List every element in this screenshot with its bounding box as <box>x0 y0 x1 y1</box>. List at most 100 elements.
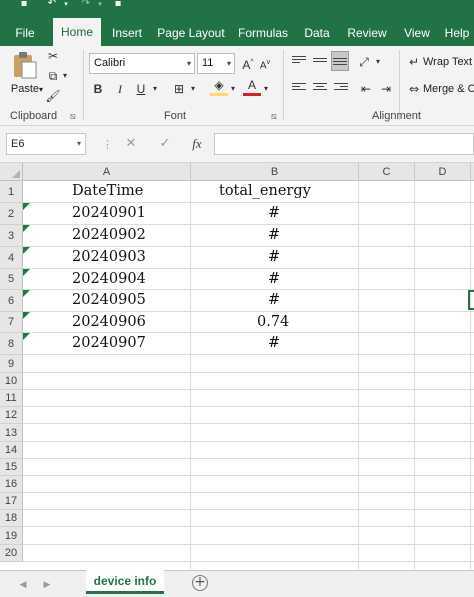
column-header-b[interactable]: B <box>191 163 359 181</box>
column-header-a[interactable]: A <box>23 163 191 181</box>
row-header-13[interactable]: 13 <box>0 424 23 442</box>
increase-font-size-button[interactable]: A^ <box>239 54 257 72</box>
row-header-9[interactable]: 9 <box>0 355 23 373</box>
row-header-14[interactable]: 14 <box>0 442 23 459</box>
borders-dropdown-icon[interactable]: ▾ <box>188 80 198 98</box>
tab-page-layout[interactable]: Page Layout <box>156 20 226 46</box>
align-left-icon[interactable] <box>292 83 306 95</box>
increase-indent-icon[interactable]: ⇥ <box>377 80 395 98</box>
borders-icon[interactable]: ⊞ <box>170 80 188 98</box>
cell-b4[interactable]: # <box>268 249 280 265</box>
decrease-indent-icon[interactable]: ⇤ <box>357 80 375 98</box>
font-launcher-icon[interactable]: ⧅ <box>271 111 277 121</box>
tab-home[interactable]: Home <box>53 18 101 48</box>
row-header-19[interactable]: 19 <box>0 527 23 545</box>
underline-dropdown-icon[interactable]: ▾ <box>150 80 160 98</box>
orientation-icon[interactable]: ⤢ <box>355 53 373 71</box>
wrap-text-icon[interactable]: ↵ <box>405 53 423 71</box>
redo-icon[interactable]: ↷ <box>80 0 92 10</box>
font-name-select[interactable]: Calibri ▾ <box>89 53 195 74</box>
tab-formulas[interactable]: Formulas <box>234 20 292 46</box>
cell-a6[interactable]: 20240905 <box>72 292 146 308</box>
orientation-dropdown-icon[interactable]: ▾ <box>373 53 383 71</box>
cell-a5[interactable]: 20240904 <box>72 271 146 287</box>
row-header-8[interactable]: 8 <box>0 333 23 355</box>
tab-file[interactable]: File <box>6 20 44 46</box>
row-header-15[interactable]: 15 <box>0 459 23 476</box>
copy-dropdown-icon[interactable]: ▾ <box>60 67 70 85</box>
format-painter-icon[interactable]: 🖌 <box>44 87 62 105</box>
row-gridline <box>23 526 474 527</box>
row-header-12[interactable]: 12 <box>0 407 23 424</box>
underline-button[interactable]: U <box>132 80 150 98</box>
cell-a7[interactable]: 20240906 <box>72 314 146 330</box>
add-sheet-button[interactable]: + <box>192 575 208 591</box>
cell-a8[interactable]: 20240907 <box>72 335 146 351</box>
enter-check-icon[interactable]: ✓ <box>154 134 176 154</box>
fill-color-icon[interactable]: ◈ <box>210 78 228 96</box>
cut-icon[interactable]: ✂ <box>44 47 62 65</box>
redo-dropdown-icon[interactable]: ▾ <box>94 0 106 10</box>
cell-b8[interactable]: # <box>268 335 280 351</box>
merge-center-button[interactable]: Merge & C <box>423 80 474 98</box>
cell-b5[interactable]: # <box>268 271 280 287</box>
merge-center-icon[interactable]: ⇔ <box>405 80 423 98</box>
tab-help[interactable]: Help <box>440 20 474 46</box>
row-header-17[interactable]: 17 <box>0 493 23 510</box>
top-align-icon[interactable] <box>292 56 306 68</box>
cell-b7[interactable]: 0.74 <box>257 314 289 330</box>
row-header-1[interactable]: 1 <box>0 181 23 203</box>
clipboard-launcher-icon[interactable]: ⧅ <box>70 111 76 121</box>
cancel-icon[interactable]: ✕ <box>120 134 142 154</box>
scroll-sheets-left-icon[interactable]: ◀ <box>16 577 30 591</box>
column-header-d[interactable]: D <box>415 163 471 181</box>
font-size-select[interactable]: 11 ▾ <box>197 53 235 74</box>
row-header-4[interactable]: 4 <box>0 247 23 269</box>
select-all-button[interactable] <box>0 163 23 181</box>
decrease-font-size-button[interactable]: Av <box>256 54 274 72</box>
tab-review[interactable]: Review <box>342 20 392 46</box>
tab-insert[interactable]: Insert <box>106 20 148 46</box>
scroll-sheets-right-icon[interactable]: ▶ <box>40 577 54 591</box>
row-header-18[interactable]: 18 <box>0 510 23 527</box>
cell-b1[interactable]: total_energy <box>219 183 311 199</box>
tab-data[interactable]: Data <box>298 20 336 46</box>
row-header-3[interactable]: 3 <box>0 225 23 247</box>
bottom-align-button[interactable] <box>331 51 349 71</box>
cell-a4[interactable]: 20240903 <box>72 249 146 265</box>
cell-b3[interactable]: # <box>268 227 280 243</box>
italic-button[interactable]: I <box>111 80 129 98</box>
cell-a2[interactable]: 20240901 <box>72 205 146 221</box>
wrap-text-button[interactable]: Wrap Text <box>423 53 472 71</box>
cell-a3[interactable]: 20240902 <box>72 227 146 243</box>
cell-a1[interactable]: DateTime <box>72 183 143 199</box>
undo-icon[interactable]: ↶ <box>46 0 58 10</box>
cell-b2[interactable]: # <box>268 205 280 221</box>
align-right-icon[interactable] <box>334 83 348 95</box>
name-box[interactable]: E6 ▾ <box>6 133 86 155</box>
active-cell-e6[interactable] <box>468 290 474 310</box>
save-icon[interactable]: ▪ <box>18 0 30 10</box>
insert-function-button[interactable]: fx <box>186 134 208 154</box>
row-header-20[interactable]: 20 <box>0 545 23 562</box>
font-color-button[interactable]: A <box>243 78 261 96</box>
quick-access-icon[interactable]: ▪ <box>112 0 124 10</box>
row-header-2[interactable]: 2 <box>0 203 23 225</box>
align-center-icon[interactable] <box>313 83 327 95</box>
fill-color-dropdown-icon[interactable]: ▾ <box>228 80 238 98</box>
row-header-11[interactable]: 11 <box>0 390 23 407</box>
column-header-c[interactable]: C <box>359 163 415 181</box>
undo-dropdown-icon[interactable]: ▾ <box>60 0 72 10</box>
tab-view[interactable]: View <box>398 20 436 46</box>
middle-align-icon[interactable] <box>313 56 327 68</box>
sheet-tab-device-info[interactable]: device info <box>86 570 164 594</box>
row-header-16[interactable]: 16 <box>0 476 23 493</box>
row-header-6[interactable]: 6 <box>0 290 23 312</box>
font-color-dropdown-icon[interactable]: ▾ <box>261 80 271 98</box>
bold-button[interactable]: B <box>89 80 107 98</box>
row-header-5[interactable]: 5 <box>0 269 23 290</box>
row-header-10[interactable]: 10 <box>0 373 23 390</box>
row-header-7[interactable]: 7 <box>0 312 23 333</box>
cell-b6[interactable]: # <box>268 292 280 308</box>
formula-input[interactable] <box>214 133 474 155</box>
